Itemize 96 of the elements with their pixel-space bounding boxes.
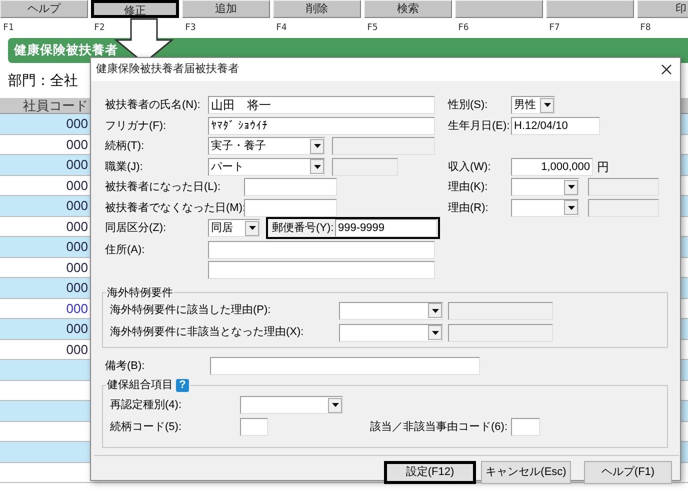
table-cell-text: 000 [65, 258, 89, 276]
field-label: 同居区分(Z): [105, 221, 168, 236]
key-label: F1 [3, 23, 14, 33]
field-label: 郵便番号(Y): [272, 220, 335, 236]
field-label: 職業(J): [105, 160, 144, 174]
table-cell-text: 000 [65, 340, 89, 358]
caret-icon [564, 200, 578, 216]
key-label: F7 [549, 23, 560, 33]
field-label: 備考(B): [105, 358, 146, 374]
field-label: 海外特例要件に該当した理由(P): [110, 302, 272, 318]
caret-icon [428, 303, 442, 318]
dropdown[interactable]: パート [208, 158, 325, 176]
table-cell-text: 000 [65, 218, 89, 236]
key-label: F8 [640, 23, 651, 33]
page-title: 健康保険被扶養者 [14, 42, 118, 60]
field-label: 続柄コード(5): [110, 420, 182, 435]
table-cell-text: 000 [65, 136, 89, 154]
group-label: 健保組合項目 [107, 378, 173, 392]
dialog-button[interactable]: ヘルプ(F1) [584, 461, 672, 484]
toolbar-button[interactable]: 修正 [91, 0, 179, 18]
key-label: F2 [94, 23, 105, 33]
field-label: 続柄(T): [105, 139, 146, 154]
input-field[interactable]: 山田 将一 [208, 96, 435, 114]
input-field[interactable] [244, 198, 337, 217]
toolbar-button[interactable] [546, 0, 634, 18]
table-cell-text: 000 [65, 197, 89, 215]
toolbar-button[interactable]: 削除 [273, 0, 361, 18]
dropdown[interactable] [339, 302, 443, 320]
table-cell-text: 000 [65, 320, 89, 338]
close-icon[interactable] [660, 64, 672, 76]
field-label: 収入(W): [448, 160, 492, 174]
key-label: F4 [276, 23, 287, 33]
caret-icon [310, 159, 324, 174]
column-header: 社員コード [22, 98, 89, 113]
dropdown[interactable]: 同居 [208, 219, 260, 238]
field-label: 被扶養者になった日(L): [105, 180, 222, 195]
caret-icon [310, 138, 324, 154]
department-label: 部門：全社 [8, 71, 78, 90]
field-label: 海外特例要件に非該当となった理由(X): [110, 324, 305, 340]
key-label: F3 [185, 23, 196, 33]
key-label: F5 [367, 23, 378, 33]
table-cell-text: 000 [65, 238, 89, 256]
field-label: 再認定種別(4): [110, 398, 182, 413]
field-label: 住所(A): [105, 242, 146, 258]
table-cell-text: 000 [65, 156, 89, 174]
input-field[interactable]: 1,000,000 [511, 158, 593, 176]
toolbar-button[interactable]: 追加 [182, 0, 270, 18]
input-field[interactable] [208, 240, 435, 259]
help-icon[interactable]: ? [176, 378, 189, 392]
caret-icon [328, 398, 342, 412]
dropdown[interactable] [339, 324, 443, 342]
input-field[interactable]: ﾔﾏﾀﾞ ｼｮｳｲﾁ [208, 116, 435, 135]
field-label: 理由(R): [448, 200, 490, 216]
group-label: 海外特例要件 [107, 286, 173, 300]
table-cell-text: 000 [65, 279, 89, 297]
caret-icon [428, 325, 442, 340]
dropdown[interactable] [511, 198, 579, 217]
toolbar-button[interactable]: ヘルプ [0, 0, 88, 18]
caret-icon [564, 180, 578, 195]
input-field[interactable] [448, 302, 553, 320]
field-label: 性別(S): [448, 98, 489, 113]
dropdown[interactable]: 男性 [511, 96, 555, 114]
field-label: 被扶養者でなくなった日(M): [105, 200, 244, 216]
input-field[interactable] [448, 324, 553, 342]
field-label: 理由(K): [448, 180, 489, 195]
table-cell-text: 000 [65, 115, 89, 133]
toolbar-button[interactable] [455, 0, 543, 18]
input-field[interactable] [332, 137, 435, 156]
input-field[interactable] [332, 158, 398, 176]
input-field[interactable] [210, 356, 480, 375]
field-label: フリガナ(F): [105, 118, 168, 134]
dialog-title: 健康保険被扶養者届被扶養者 [96, 62, 239, 78]
input-field[interactable] [511, 418, 540, 436]
input-field[interactable] [208, 261, 435, 280]
toolbar-button[interactable]: 印 [637, 0, 688, 18]
input-field[interactable] [244, 178, 337, 196]
input-field[interactable]: H.12/04/10 [511, 116, 600, 135]
dropdown[interactable] [240, 396, 343, 414]
field-label: 該当／非該当事由コード(6): [370, 420, 508, 435]
input-field[interactable] [240, 418, 268, 436]
unit-label: 円 [597, 158, 609, 176]
key-label: F6 [458, 23, 469, 33]
caret-icon [245, 220, 259, 236]
field-label: 生年月日(E): [448, 118, 511, 134]
table-cell-text: 000 [65, 176, 89, 194]
field-label: 被扶養者の氏名(N): [105, 98, 202, 113]
dropdown[interactable] [511, 178, 579, 196]
dialog-button[interactable]: キャンセル(Esc) [481, 461, 571, 484]
input-field[interactable] [588, 178, 659, 196]
toolbar-button[interactable]: 検索 [364, 0, 452, 18]
caret-icon [540, 98, 554, 113]
input-field[interactable]: 999-9999 [335, 219, 437, 238]
dropdown[interactable]: 実子・養子 [208, 137, 325, 156]
dialog-button[interactable]: 設定(F12) [384, 461, 476, 484]
input-field[interactable] [588, 198, 659, 217]
table-cell-text: 000 [65, 300, 89, 318]
